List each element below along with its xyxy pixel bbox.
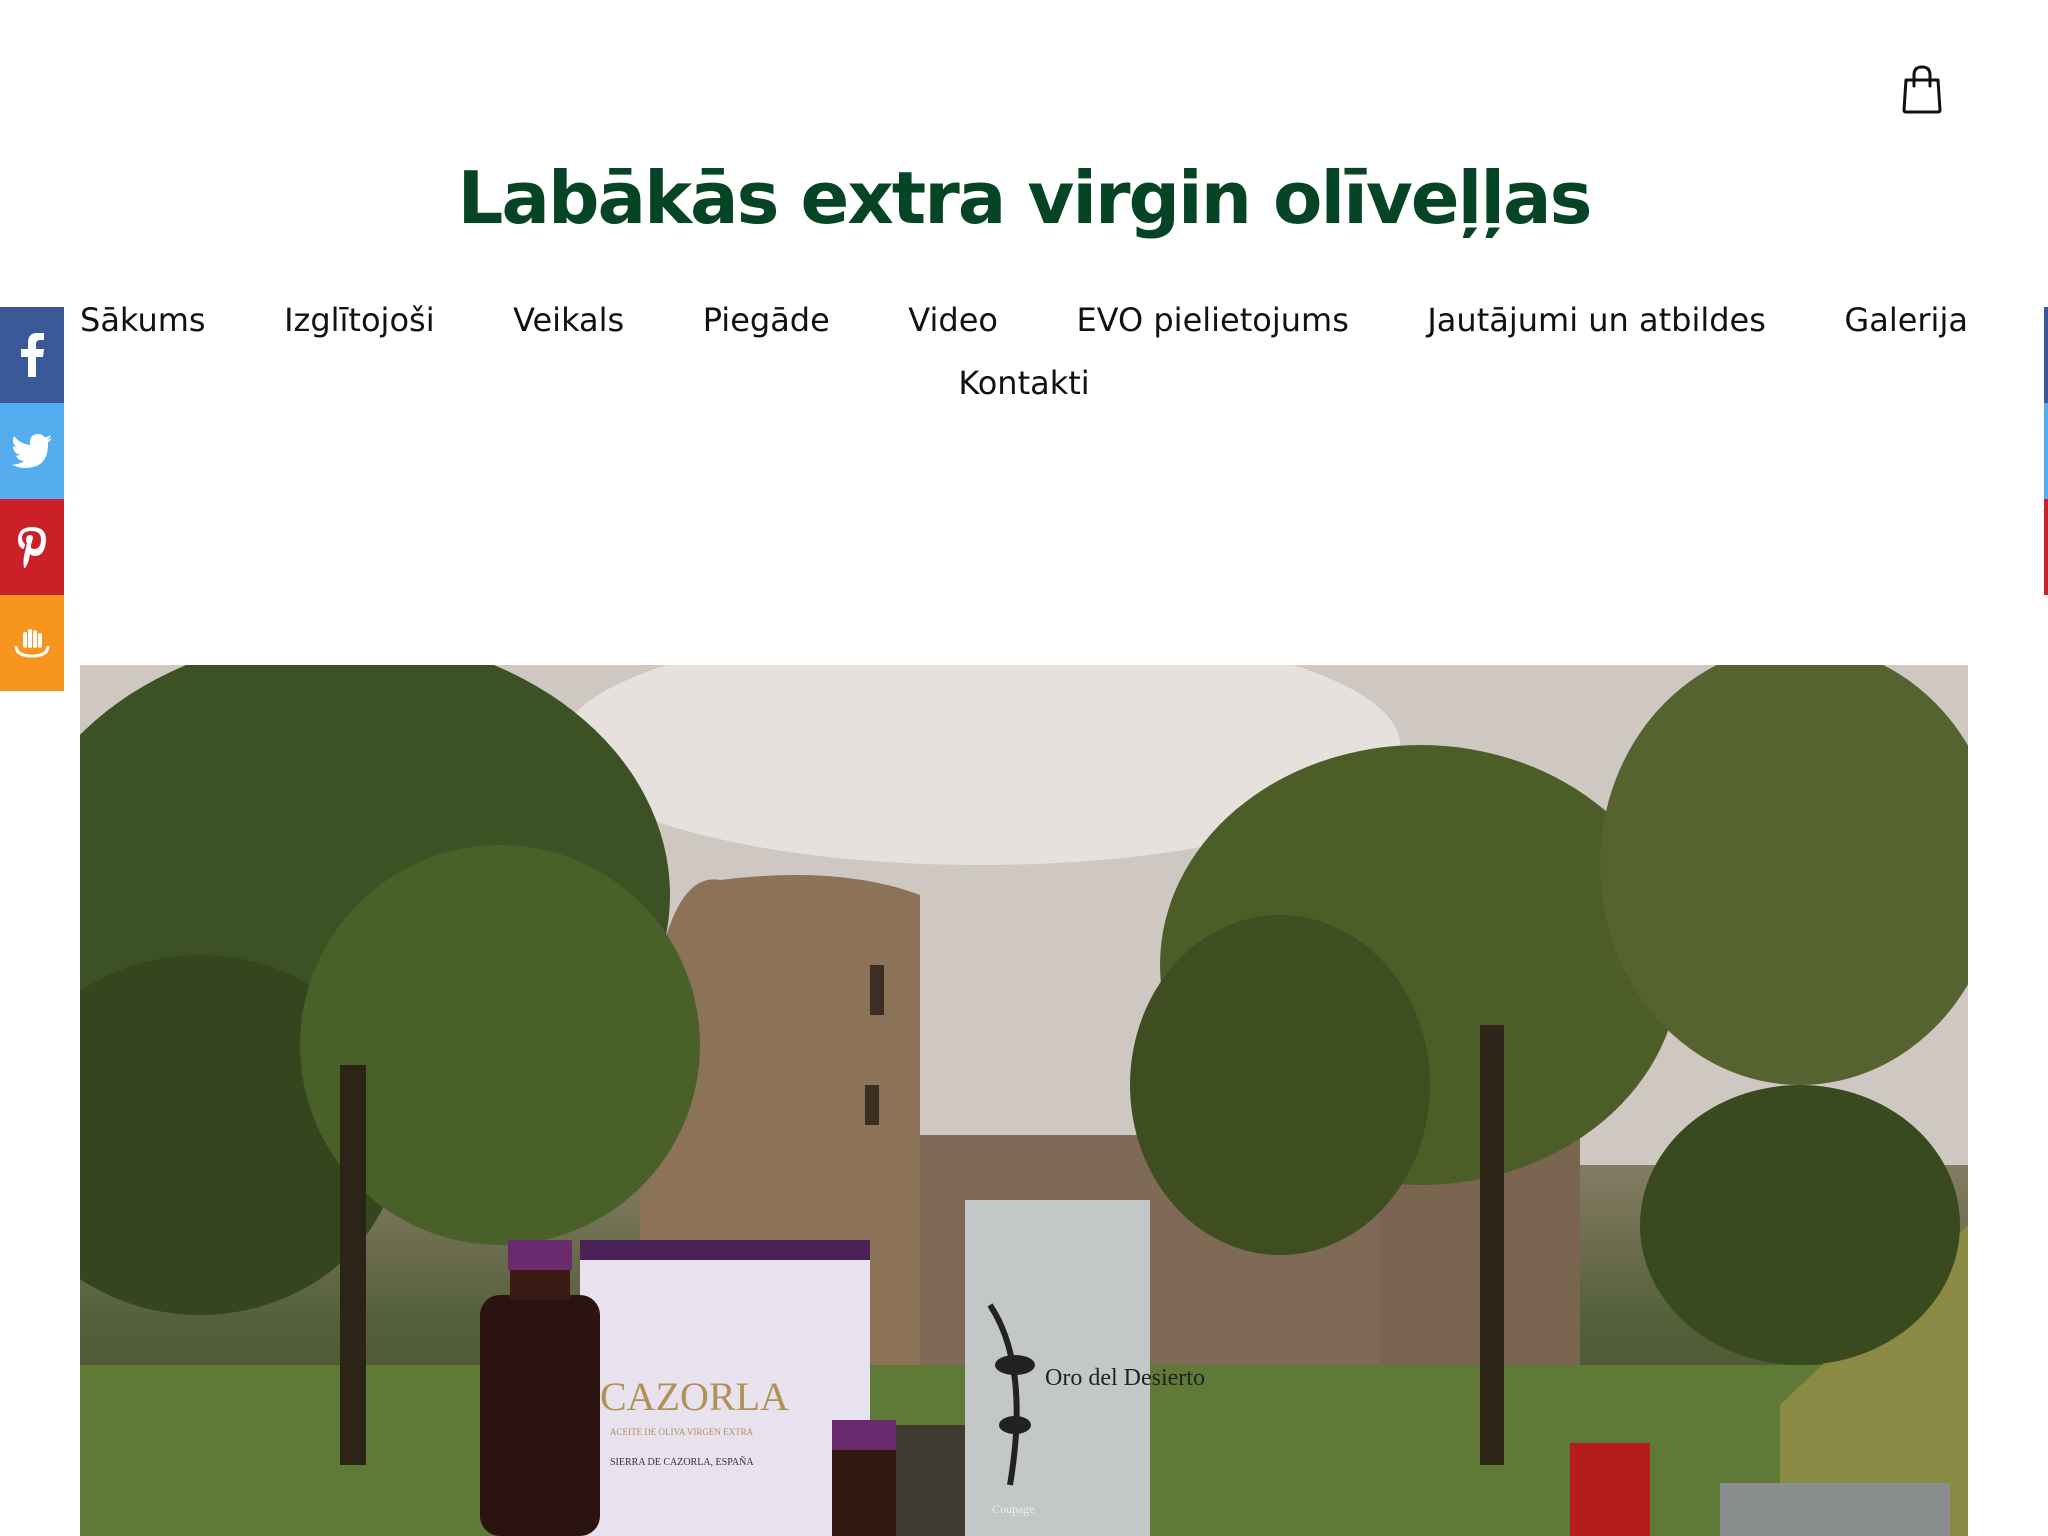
social-share-bar: [0, 307, 64, 691]
cazorla-origin: SIERRA DE CAZORLA, ESPAÑA: [610, 1456, 754, 1468]
nav-item-video[interactable]: Video: [908, 301, 998, 339]
pinterest-icon: [18, 527, 46, 568]
draugiem-icon: [14, 629, 50, 658]
nav-row: Sākums Izglītojoši Veikals Piegāde Video…: [80, 294, 1968, 346]
hero-image: CAZORLA ACEITE DE OLIVA VIRGEN EXTRA SIE…: [80, 665, 1968, 1536]
pinterest-share-button[interactable]: [0, 499, 64, 595]
oro-label: Oro del Desierto: [1045, 1365, 1205, 1391]
nav-item-galerija[interactable]: Galerija: [1844, 301, 1968, 339]
nav-item-piegade[interactable]: Piegāde: [703, 301, 830, 339]
main-navigation: Sākums Izglītojoši Veikals Piegāde Video…: [80, 294, 1968, 412]
oro-sublabel: Coupage: [992, 1502, 1035, 1516]
nav-item-kontakti[interactable]: Kontakti: [958, 364, 1089, 402]
nav-row: Kontakti: [80, 354, 1968, 412]
nav-item-veikals[interactable]: Veikals: [513, 301, 624, 339]
nav-item-evo-pielietojums[interactable]: EVO pielietojums: [1076, 301, 1348, 339]
nav-item-izglitojosi[interactable]: Izglītojoši: [284, 301, 434, 339]
cazorla-sublabel: ACEITE DE OLIVA VIRGEN EXTRA: [610, 1427, 754, 1437]
cazorla-label: CAZORLA: [600, 1374, 789, 1419]
twitter-share-button[interactable]: [0, 403, 64, 499]
nav-item-sakums[interactable]: Sākums: [80, 301, 206, 339]
twitter-icon: [12, 434, 52, 468]
cart-button[interactable]: [1900, 64, 1944, 114]
shopping-bag-icon: [1902, 65, 1942, 114]
hero-illustration: CAZORLA ACEITE DE OLIVA VIRGEN EXTRA SIE…: [80, 665, 1968, 1536]
nav-item-jautajumi[interactable]: Jautājumi un atbildes: [1427, 301, 1766, 339]
site-title[interactable]: Labākās extra virgin olīveļļas: [0, 150, 2048, 246]
facebook-icon: [21, 333, 44, 377]
facebook-share-button[interactable]: [0, 307, 64, 403]
draugiem-share-button[interactable]: [0, 595, 64, 691]
twitter-share-edge[interactable]: [2044, 403, 2048, 499]
facebook-share-edge[interactable]: [2044, 307, 2048, 403]
pinterest-share-edge[interactable]: [2044, 499, 2048, 595]
